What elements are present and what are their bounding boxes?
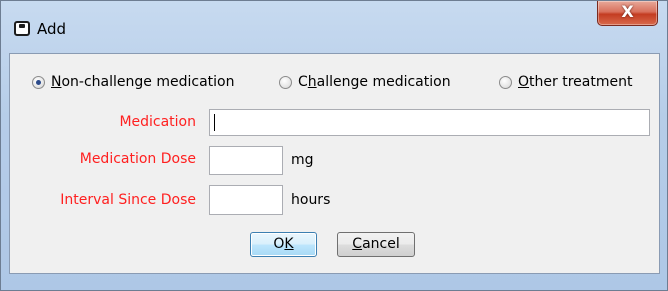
medication-input[interactable] [209, 109, 650, 136]
title-bar[interactable]: Add X [1, 1, 667, 53]
treatment-type-group: Non-challenge medication Challenge medic… [10, 72, 659, 92]
interval-since-dose-label: Interval Since Dose [60, 192, 196, 208]
interval-since-dose-input[interactable] [209, 185, 283, 215]
ok-button[interactable]: OK [250, 232, 317, 257]
add-dialog: Add X Non-challenge medication Challenge… [0, 0, 668, 291]
radio-challenge-medication[interactable]: Challenge medication [279, 72, 451, 92]
radio-other-treatment[interactable]: Other treatment [499, 72, 632, 92]
medication-label: Medication [119, 114, 196, 130]
dialog-content: Non-challenge medication Challenge medic… [9, 53, 660, 274]
close-icon: X [621, 2, 634, 21]
app-window-icon [14, 21, 30, 36]
radio-unselected-icon[interactable] [499, 75, 512, 89]
medication-dose-label: Medication Dose [79, 151, 196, 167]
radio-label-challenge-medication: Challenge medication [298, 74, 451, 90]
radio-selected-icon[interactable] [32, 75, 45, 89]
radio-label-non-challenge-medication: Non-challenge medication [51, 74, 235, 90]
text-caret [214, 114, 215, 131]
radio-non-challenge-medication[interactable]: Non-challenge medication [32, 72, 234, 92]
interval-unit-label: hours [291, 192, 331, 208]
radio-label-other-treatment: Other treatment [518, 74, 633, 90]
radio-unselected-icon[interactable] [279, 75, 292, 89]
medication-dose-input[interactable] [209, 146, 283, 175]
dose-unit-label: mg [291, 152, 314, 168]
close-button[interactable]: X [597, 1, 658, 26]
cancel-button[interactable]: Cancel [337, 232, 415, 257]
dialog-title: Add [37, 20, 67, 38]
